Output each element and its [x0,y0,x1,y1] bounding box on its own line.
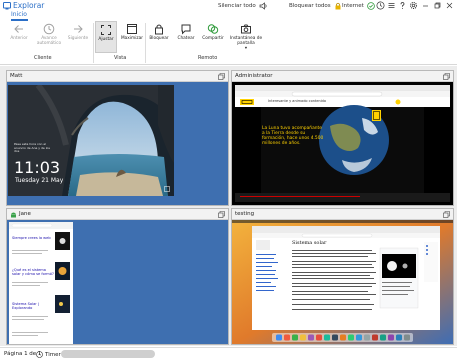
group-label-remote: Remoto [198,55,218,61]
fit-label: Ajustar [98,37,114,42]
clock-icon [43,23,55,35]
pane-header: Jane [7,209,228,220]
menu-icon[interactable] [387,1,396,10]
expand-icon[interactable] [218,211,225,218]
maximize-icon [127,24,137,34]
pane-header: Matt [7,71,228,82]
timer-control[interactable]: Timer [36,350,61,359]
group-separator [93,23,94,63]
pane-screen: Sistema solar [232,220,453,344]
app-logo-icon [3,2,11,10]
pane-title: Jane [19,211,31,217]
result-link[interactable]: Sistema Solar | Explorando [12,302,54,310]
next-label: Siguiente [67,36,89,41]
share-icon [207,24,219,34]
result-link[interactable]: Siempre crees la web [12,236,54,240]
previous-button[interactable]: Anterior [4,21,34,53]
maximize-button[interactable]: Maximizar [117,21,147,53]
next-button[interactable]: Siguiente [63,21,93,53]
auto-advance-label: Avance automático [36,36,62,46]
accessibility-icon[interactable] [164,186,170,192]
maximize-label: Maximizar [120,36,144,41]
lock-all-button[interactable]: Bloquear todos [289,1,342,11]
lock-label: Bloquear [149,36,169,41]
ribbon-tabs: Inicio [0,11,457,21]
close-icon[interactable] [445,1,454,10]
internet-status[interactable]: Internet [342,1,375,11]
expand-icon[interactable] [218,73,225,80]
client-pane-jane[interactable]: Jane Siempre crees la web ¿Qué es el sis… [6,208,229,345]
pane-title: Matt [10,73,23,79]
fit-button[interactable]: Ajustar [95,21,117,53]
chat-icon [181,24,191,35]
speaker-icon [259,2,267,10]
page-text: Interesante y animado contenido [268,99,327,103]
timer-icon [36,351,43,358]
share-button[interactable]: Compartir [198,21,228,53]
settings-icon[interactable] [409,1,418,10]
client-grid: Matt Pase esta hora con el anuncio de An… [0,66,457,346]
restore-icon[interactable] [433,1,442,10]
previous-label: Anterior [10,36,28,41]
app-title: Explorar [13,1,45,10]
lock-screen: Pase esta hora con el anuncio de Ana y d… [8,85,174,196]
expand-icon[interactable] [443,73,450,80]
status-bar: Página 1 de 1 Timer [0,347,457,361]
lock-time: 11:03 [14,158,61,177]
client-pane-matt[interactable]: Matt Pase esta hora con el anuncio de An… [6,70,229,206]
video-caption: La Luna tuvo acompañante a la Tierra des… [262,126,324,146]
camera-icon [241,24,251,34]
phone-screen: Siempre crees la web ¿Qué es el sistema … [9,222,73,344]
wiki-heading: Sistema solar [292,240,327,246]
lock-caption: Pase esta hora con el anuncio de Ana y d… [14,142,50,154]
check-circle-icon [367,2,375,10]
help-icon[interactable] [398,1,407,10]
tab-inicio[interactable]: Inicio [11,11,27,18]
timer-label: Timer [45,351,61,358]
pane-screen: La Luna tuvo acompañante a la Tierra des… [232,82,453,205]
lock-all-label: Bloquear todos [289,3,331,9]
pane-title: Administrator [235,73,273,79]
back-arrow-icon [14,25,23,33]
mobile-results [9,222,73,336]
android-icon [11,212,16,218]
clock-icon[interactable] [376,1,385,10]
internet-label: Internet [342,3,364,9]
screenshot-label: Instantánea de pantalla [229,36,263,46]
group-label-view: Vista [114,55,127,61]
mac-desktop-wiki [232,220,453,344]
chat-button[interactable]: Chatear [171,21,201,53]
timer-field[interactable] [61,350,155,358]
pane-header: Administrator [232,71,453,82]
pane-screen: Siempre crees la web ¿Qué es el sistema … [7,220,228,344]
ribbon: Anterior Avance automático Siguiente Aju… [0,21,457,65]
share-label: Compartir [202,36,224,41]
pane-header: testing [232,209,453,220]
lock-icon [155,24,163,35]
fit-icon [101,25,111,35]
minimize-icon[interactable] [421,1,430,10]
lock-date: Tuesday 21 May [15,177,64,184]
group-label-client: Cliente [34,55,52,61]
mute-all-label: Silenciar todo [218,3,256,9]
lock-button[interactable]: Bloquear [144,21,174,53]
pane-screen: Pase esta hora con el anuncio de Ana y d… [7,82,228,205]
chat-label: Chatear [177,36,195,41]
mute-all-button[interactable]: Silenciar todo [218,1,268,11]
auto-advance-button[interactable]: Avance automático [34,21,64,53]
padlock-icon [335,2,341,10]
result-link[interactable]: ¿Qué es el sistema solar y cómo se formó… [12,268,54,276]
pane-title: testing [235,211,255,217]
screenshot-button[interactable]: Instantánea de pantalla ▾ [229,21,263,53]
client-pane-testing[interactable]: testing Sistema solar [231,208,454,345]
forward-arrow-icon [74,25,83,33]
expand-icon[interactable] [443,211,450,218]
client-pane-administrator[interactable]: Administrator La Luna tuvo acompañante a… [231,70,454,206]
dropdown-arrow-icon[interactable]: ▾ [245,46,247,51]
